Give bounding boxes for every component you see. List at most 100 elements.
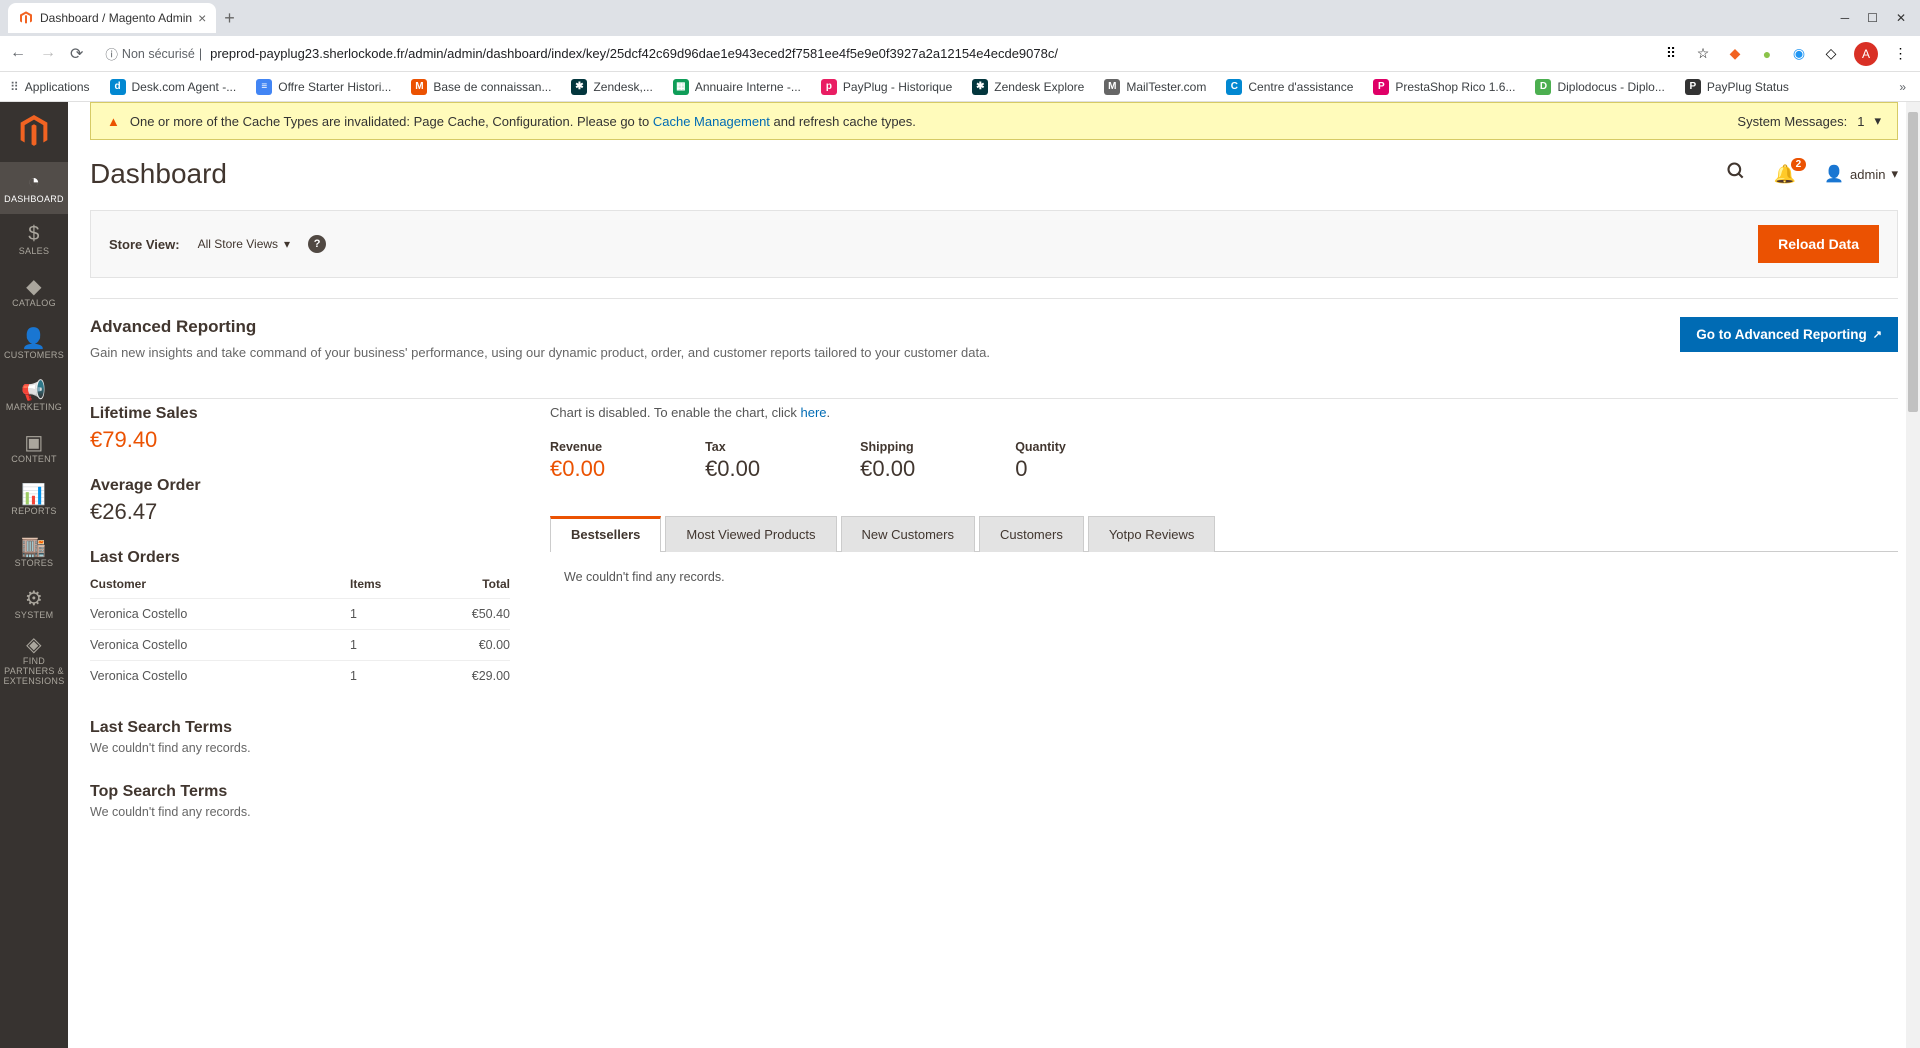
ext-icon-4[interactable]: ◇ [1822, 45, 1840, 63]
tab-most-viewed-products[interactable]: Most Viewed Products [665, 516, 836, 552]
bookmark-item[interactable]: CCentre d'assistance [1226, 79, 1353, 95]
zendesk-icon: ✱ [571, 79, 587, 95]
sidebar-item-reports[interactable]: 📊REPORTS [0, 474, 68, 526]
bookmark-item[interactable]: pPayPlug - Historique [821, 79, 952, 95]
system-messages-toggle[interactable]: System Messages: 1 ▾ [1737, 113, 1881, 129]
kpi-label: Tax [705, 440, 760, 454]
bookmark-item[interactable]: MBase de connaissan... [411, 79, 551, 95]
enable-chart-link[interactable]: here [801, 405, 827, 420]
cell-items: 1 [350, 638, 430, 652]
kpi-revenue: Revenue€0.00 [550, 440, 605, 482]
bookmark-icon: p [821, 79, 837, 95]
profile-avatar[interactable]: A [1854, 42, 1878, 66]
forward-button[interactable]: → [40, 44, 56, 64]
chart-disabled-note: Chart is disabled. To enable the chart, … [550, 405, 1898, 420]
back-button[interactable]: ← [10, 44, 26, 64]
bookmark-item[interactable]: PPrestaShop Rico 1.6... [1373, 79, 1515, 95]
nav-icon: 📢 [21, 379, 46, 401]
bookmarks-overflow-icon[interactable]: » [1899, 80, 1906, 94]
bookmark-item[interactable]: MMailTester.com [1104, 79, 1206, 95]
ext-icon-2[interactable]: ● [1758, 45, 1776, 63]
tab-new-customers[interactable]: New Customers [841, 516, 975, 552]
translate-icon[interactable]: ⠿ [1662, 45, 1680, 63]
col-total: Total [430, 577, 510, 591]
kpi-label: Shipping [860, 440, 915, 454]
kpi-shipping: Shipping€0.00 [860, 440, 915, 482]
sidebar-item-customers[interactable]: 👤CUSTOMERS [0, 318, 68, 370]
lifetime-sales-label: Lifetime Sales [90, 405, 510, 423]
bookmark-icon: M [1104, 79, 1120, 95]
bookmark-label: PrestaShop Rico 1.6... [1395, 80, 1515, 94]
browser-menu-icon[interactable]: ⋮ [1892, 45, 1910, 63]
cache-management-link[interactable]: Cache Management [653, 114, 770, 129]
ext-icon-1[interactable]: ◆ [1726, 45, 1744, 63]
scrollbar-thumb[interactable] [1908, 112, 1918, 412]
browser-tab[interactable]: Dashboard / Magento Admin × [8, 3, 216, 33]
bookmark-item[interactable]: PPayPlug Status [1685, 79, 1789, 95]
store-view-select[interactable]: All Store Views ▾ [198, 237, 291, 251]
sidebar-item-sales[interactable]: $SALES [0, 214, 68, 266]
star-icon[interactable]: ☆ [1694, 45, 1712, 63]
reload-browser-button[interactable]: ⟳ [70, 44, 83, 64]
bookmark-item[interactable]: DDiplodocus - Diplo... [1535, 79, 1664, 95]
tab-customers[interactable]: Customers [979, 516, 1084, 552]
sidebar-item-system[interactable]: ⚙SYSTEM [0, 578, 68, 630]
window-controls: ─ ☐ ✕ [1841, 11, 1920, 25]
ext-icon-3[interactable]: ◉ [1790, 45, 1808, 63]
minimize-icon[interactable]: ─ [1841, 11, 1850, 25]
sidebar-item-marketing[interactable]: 📢MARKETING [0, 370, 68, 422]
bookmark-item[interactable]: ≡Offre Starter Histori... [256, 79, 391, 95]
nav-icon: ◈ [26, 633, 42, 655]
new-tab-button[interactable]: + [224, 8, 235, 29]
vertical-scrollbar[interactable] [1906, 102, 1920, 1048]
nav-label: CUSTOMERS [2, 351, 66, 361]
help-icon[interactable]: ? [308, 235, 326, 253]
sidebar-item-find-partners-extensions[interactable]: ◈FIND PARTNERS & EXTENSIONS [0, 630, 68, 690]
close-window-icon[interactable]: ✕ [1896, 11, 1906, 25]
sidebar-item-stores[interactable]: 🏬STORES [0, 526, 68, 578]
tab-yotpo-reviews[interactable]: Yotpo Reviews [1088, 516, 1216, 552]
tab-bestsellers[interactable]: Bestsellers [550, 516, 661, 552]
user-menu[interactable]: 👤 admin ▾ [1824, 164, 1898, 184]
notifications-button[interactable]: 🔔 2 [1774, 164, 1796, 185]
tab-title: Dashboard / Magento Admin [40, 11, 192, 25]
bookmark-item[interactable]: ⠿Applications [10, 80, 90, 94]
system-message-bar: ▲ One or more of the Cache Types are inv… [90, 102, 1898, 140]
chevron-down-icon: ▾ [1874, 113, 1881, 129]
bookmark-item[interactable]: ▦Annuaire Interne -... [673, 79, 801, 95]
advanced-reporting-desc: Gain new insights and take command of yo… [90, 345, 990, 360]
table-row[interactable]: Veronica Costello1€0.00 [90, 629, 510, 660]
sidebar-item-dashboard[interactable]: ◔DASHBOARD [0, 162, 68, 214]
nav-label: FIND PARTNERS & EXTENSIONS [0, 657, 68, 687]
table-row[interactable]: Veronica Costello1€29.00 [90, 660, 510, 691]
maximize-icon[interactable]: ☐ [1867, 11, 1878, 25]
external-link-icon: ↗ [1873, 328, 1882, 341]
nav-label: STORES [13, 559, 56, 569]
nav-icon: ◆ [26, 275, 42, 297]
bookmark-item[interactable]: ✱Zendesk Explore [972, 79, 1084, 95]
sidebar-item-content[interactable]: ▣CONTENT [0, 422, 68, 474]
nav-label: DASHBOARD [2, 195, 66, 205]
tab-content-empty: We couldn't find any records. [550, 552, 1898, 602]
close-tab-icon[interactable]: × [198, 10, 206, 26]
advanced-reporting-button[interactable]: Go to Advanced Reporting ↗ [1680, 317, 1898, 352]
kpi-quantity: Quantity0 [1015, 440, 1066, 482]
address-bar[interactable]: ⓘ Non sécurisé | preprod-payplug23.sherl… [95, 40, 1650, 68]
bookmark-label: Desk.com Agent -... [132, 80, 237, 94]
kpi-value: €0.00 [705, 456, 760, 482]
security-info[interactable]: ⓘ Non sécurisé | [105, 44, 202, 63]
bookmark-label: Diplodocus - Diplo... [1557, 80, 1664, 94]
reload-data-button[interactable]: Reload Data [1758, 225, 1879, 263]
magento-logo[interactable] [0, 102, 68, 162]
bookmark-item[interactable]: ✱Zendesk,... [571, 79, 652, 95]
bookmark-item[interactable]: dDesk.com Agent -... [110, 79, 237, 95]
cell-total: €0.00 [430, 638, 510, 652]
kpi-value: 0 [1015, 456, 1066, 482]
table-row[interactable]: Veronica Costello1€50.40 [90, 598, 510, 629]
cell-total: €50.40 [430, 607, 510, 621]
col-items: Items [350, 577, 430, 591]
sidebar-item-catalog[interactable]: ◆CATALOG [0, 266, 68, 318]
search-icon[interactable] [1726, 161, 1746, 187]
nav-icon: $ [28, 223, 39, 245]
last-search-empty: We couldn't find any records. [90, 741, 510, 755]
